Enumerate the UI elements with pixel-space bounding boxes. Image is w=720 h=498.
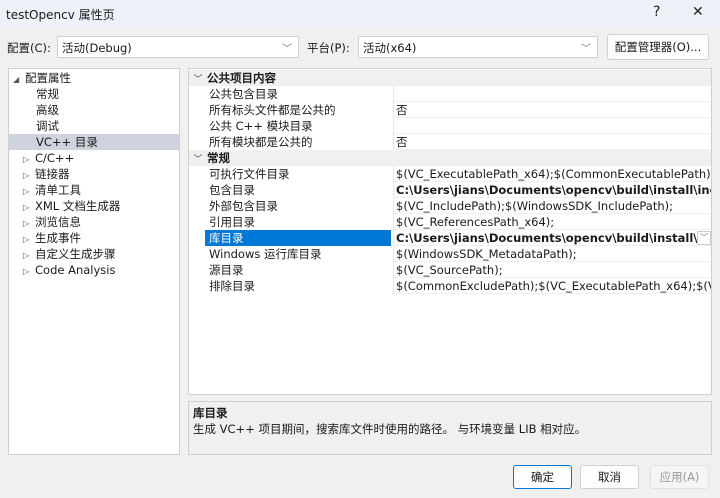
tree-item-label: 调试 (36, 119, 59, 133)
title-bar: testOpencv 属性页 ? ✕ (0, 0, 720, 28)
tree-item-label: C/C++ (35, 151, 75, 165)
property-row[interactable]: 排除目录 $(CommonExcludePath);$(VC_Executable… (189, 278, 711, 294)
property-value[interactable]: $(VC_ExecutablePath_x64);$(CommonExecuta… (393, 166, 711, 182)
property-value[interactable]: $(WindowsSDK_MetadataPath); (393, 246, 711, 262)
config-select[interactable]: 活动(Debug) ﹀ (57, 36, 299, 58)
apply-button[interactable]: 应用(A) (650, 465, 709, 489)
property-label: 排除目录 (209, 279, 255, 293)
property-label: Windows 运行库目录 (209, 247, 322, 261)
property-value[interactable] (393, 86, 711, 102)
tree-item[interactable]: ▷ XML 文档生成器 (23, 198, 120, 214)
property-row[interactable]: 外部包含目录 $(VC_IncludePath);$(WindowsSDK_Inc… (189, 198, 711, 214)
category-label: 公共项目内容 (207, 71, 276, 85)
platform-select[interactable]: 活动(x64) ﹀ (358, 36, 598, 58)
property-label: 源目录 (209, 263, 244, 277)
property-label: 所有模块都是公共的 (209, 135, 313, 149)
tree-item[interactable]: ▷ 自定义生成步骤 (23, 246, 116, 262)
property-row[interactable]: Windows 运行库目录 $(WindowsSDK_MetadataPath); (189, 246, 711, 262)
property-value[interactable]: C:\Users\jians\Documents\opencv\build\in… (393, 182, 711, 198)
property-value[interactable]: $(VC_IncludePath);$(WindowsSDK_IncludePa… (393, 198, 711, 214)
expanded-triangle-icon: ◢ (13, 75, 20, 84)
tree-item-label: 常规 (36, 87, 59, 101)
property-value[interactable]: 否 (393, 134, 711, 150)
tree-item-label: 链接器 (35, 167, 70, 181)
property-label: 所有标头文件都是公共的 (209, 103, 336, 117)
property-label: 可执行文件目录 (209, 167, 290, 181)
platform-value: 活动(x64) (363, 41, 417, 55)
property-row[interactable]: 源目录 $(VC_SourcePath); (189, 262, 711, 278)
tree-item[interactable]: ▷ 浏览信息 (23, 214, 81, 230)
tree-item[interactable]: 高级 (36, 102, 59, 118)
property-label: 公共包含目录 (209, 87, 278, 101)
property-row[interactable]: 公共包含目录 (189, 86, 711, 102)
config-row: 配置(C): 活动(Debug) ﹀ 平台(P): 活动(x64) ﹀ 配置管理器(… (0, 34, 720, 60)
property-grid: ﹀ 公共项目内容 公共包含目录 所有标头文件都是公共的否公共 C++ 模块目录 所有模块… (188, 68, 712, 395)
tree-item-label: 浏览信息 (35, 215, 81, 229)
tree-item-label: XML 文档生成器 (35, 199, 121, 213)
expand-triangle-icon[interactable]: ▷ (23, 264, 35, 280)
tree-root[interactable]: ◢ 配置属性 (13, 70, 71, 86)
tree-item-label: Code Analysis (35, 263, 116, 277)
dropdown-button[interactable]: ﹀ (697, 231, 711, 245)
property-tree: ◢ 配置属性 常规 高级 调试 VC++ 目录 ▷ C/C++ ▷ 链接器 ▷ 清单工具 ▷ XML 文… (8, 68, 180, 455)
tree-item-label: 清单工具 (35, 183, 81, 197)
tree-item[interactable]: 常规 (36, 86, 59, 102)
category-label: 常规 (207, 151, 230, 165)
property-row[interactable]: 所有标头文件都是公共的 否 (189, 102, 711, 118)
category-row[interactable]: ﹀ 公共项目内容 (189, 70, 711, 86)
tree-item[interactable]: ▷ 生成事件 (23, 230, 81, 246)
property-label: 包含目录 (209, 183, 255, 197)
property-label: 外部包含目录 (209, 199, 278, 213)
tree-item[interactable]: ▷ 链接器 (23, 166, 70, 182)
description-panel: 库目录 生成 VC++ 项目期间，搜索库文件时使用的路径。 与环境变量 LIB … (188, 401, 712, 455)
tree-item-label: 自定义生成步骤 (35, 247, 116, 261)
tree-item-label: VC++ 目录 (36, 135, 98, 149)
property-row[interactable]: 引用目录 $(VC_ReferencesPath_x64); (189, 214, 711, 230)
tree-item[interactable]: VC++ 目录 (9, 134, 179, 150)
property-value[interactable]: 否 (393, 102, 711, 118)
property-row[interactable]: 包含目录 C:\Users\jians\Documents\opencv\buil… (189, 182, 711, 198)
property-row[interactable]: 库目录 C:\Users\jians\Documents\opencv\build… (189, 230, 711, 246)
config-manager-button[interactable]: 配置管理器(O)... (607, 34, 709, 60)
property-row[interactable]: 所有模块都是公共的 否 (189, 134, 711, 150)
description-title: 库目录 (193, 406, 228, 420)
property-value[interactable]: $(CommonExcludePath);$(VC_ExecutablePath… (393, 278, 711, 294)
platform-label: 平台(P): (307, 41, 350, 55)
property-value[interactable] (393, 118, 711, 134)
property-row[interactable]: 可执行文件目录 $(VC_ExecutablePath_x64);$(Common… (189, 166, 711, 182)
category-row[interactable]: ﹀ 常规 (189, 150, 711, 166)
cancel-button[interactable]: 取消 (580, 465, 639, 489)
tree-item-label: 高级 (36, 103, 59, 117)
chevron-down-icon: ﹀ (282, 44, 292, 55)
config-label: 配置(C): (7, 41, 51, 55)
close-button[interactable]: ✕ (692, 4, 704, 20)
tree-item[interactable]: ▷ C/C++ (23, 150, 74, 166)
property-row[interactable]: 公共 C++ 模块目录 (189, 118, 711, 134)
property-label: 引用目录 (209, 215, 255, 229)
property-value[interactable]: $(VC_SourcePath); (393, 262, 711, 278)
property-value[interactable]: C:\Users\jians\Documents\opencv\build\in… (393, 230, 711, 246)
help-button[interactable]: ? (653, 4, 660, 20)
config-value: 活动(Debug) (62, 41, 132, 55)
tree-item[interactable]: ▷ Code Analysis (23, 262, 115, 278)
description-text: 生成 VC++ 项目期间，搜索库文件时使用的路径。 与环境变量 LIB 相对应。 (193, 422, 587, 436)
property-value[interactable]: $(VC_ReferencesPath_x64); (393, 214, 711, 230)
chevron-down-icon: ﹀ (581, 44, 591, 55)
property-label: 库目录 (205, 230, 391, 246)
ok-button[interactable]: 确定 (513, 465, 572, 489)
tree-item-label: 生成事件 (35, 231, 81, 245)
tree-item[interactable]: 调试 (36, 118, 59, 134)
tree-root-label: 配置属性 (25, 71, 71, 85)
window-title: testOpencv 属性页 (6, 7, 115, 22)
tree-item[interactable]: ▷ 清单工具 (23, 182, 81, 198)
property-label: 公共 C++ 模块目录 (209, 119, 313, 133)
